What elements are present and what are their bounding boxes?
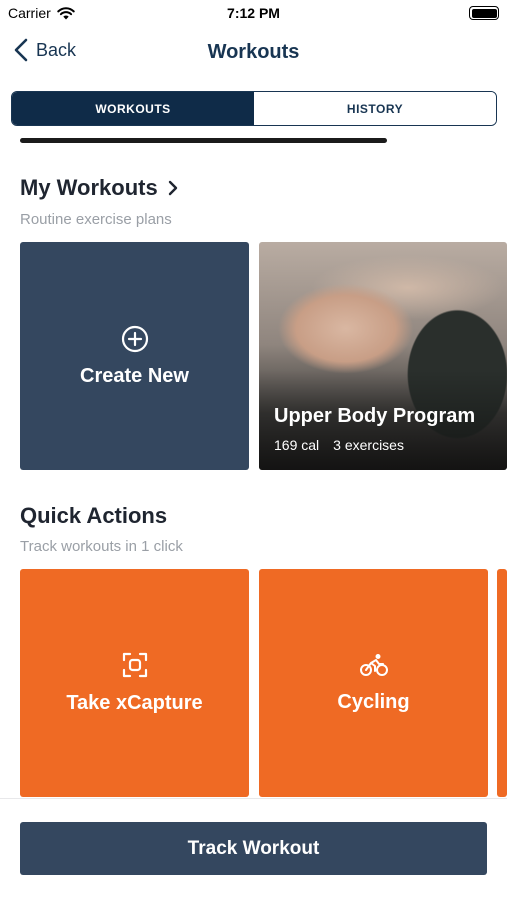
my-workouts-header[interactable]: My Workouts: [20, 175, 178, 201]
cycling-icon: [359, 653, 388, 676]
quick-actions-subtitle: Track workouts in 1 click: [20, 538, 183, 555]
cycling-button[interactable]: Cycling: [259, 569, 488, 797]
workout-card-title: Upper Body Program: [274, 405, 476, 427]
scroll-content-edge: [20, 138, 387, 143]
plus-circle-icon: [121, 325, 148, 352]
my-workouts-title: My Workouts: [20, 175, 158, 200]
capture-icon: [122, 652, 147, 677]
take-xcapture-label: Take xCapture: [66, 691, 203, 714]
page-title: Workouts: [207, 41, 300, 63]
workout-card-calories: 169 cal: [274, 437, 320, 453]
chevron-right-icon: [168, 180, 177, 196]
track-workout-button[interactable]: Track Workout: [20, 822, 487, 875]
nav-bar: Back Workouts: [0, 28, 507, 80]
quick-actions-title: Quick Actions: [20, 503, 168, 528]
cycling-label: Cycling: [337, 690, 410, 713]
tab-workouts[interactable]: WORKOUTS: [12, 92, 254, 125]
create-new-button[interactable]: Create New: [20, 242, 249, 470]
next-action-tile-peek[interactable]: [497, 569, 507, 797]
tab-history[interactable]: HISTORY: [254, 92, 496, 125]
my-workouts-subtitle: Routine exercise plans: [20, 211, 172, 228]
workout-card-meta: 169 cal 3 exercises: [274, 437, 404, 453]
workout-card-upper-body[interactable]: Upper Body Program 169 cal 3 exercises: [259, 242, 507, 470]
workout-card-exercises: 3 exercises: [333, 437, 404, 453]
battery-icon: [469, 6, 499, 20]
segmented-control: WORKOUTS HISTORY: [11, 91, 497, 126]
create-new-label: Create New: [80, 364, 189, 387]
quick-actions-header: Quick Actions: [20, 503, 167, 529]
status-time: 7:12 PM: [227, 5, 280, 21]
status-bar: Carrier 7:12 PM: [0, 0, 507, 28]
take-xcapture-button[interactable]: Take xCapture: [20, 569, 249, 797]
